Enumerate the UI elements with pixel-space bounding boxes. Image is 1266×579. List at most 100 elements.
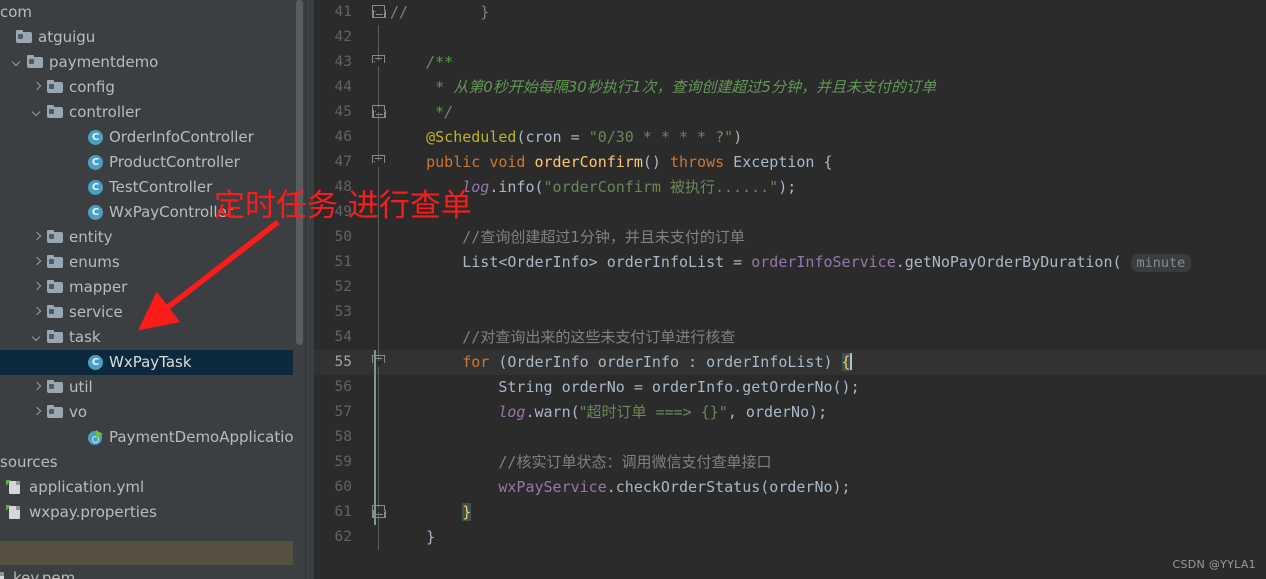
line-number[interactable]: 55	[314, 350, 360, 375]
project-tree[interactable]: com atguigu paymentdemo config controller C Or…	[0, 0, 305, 525]
fold-gutter[interactable]	[368, 150, 390, 175]
editor-line[interactable]: 49	[314, 200, 1266, 225]
tree-item-task[interactable]: task	[0, 325, 305, 350]
line-number[interactable]: 49	[314, 200, 360, 225]
chevron-down-icon[interactable]	[31, 106, 44, 119]
fold-gutter[interactable]	[368, 525, 390, 550]
line-number[interactable]: 54	[314, 325, 360, 350]
fold-gutter[interactable]	[368, 250, 390, 275]
editor-line[interactable]: 43 /**	[314, 50, 1266, 75]
tree-item-com[interactable]: com	[0, 0, 305, 25]
editor-line[interactable]: 54 //对查询出来的这些未支付订单进行核查	[314, 325, 1266, 350]
editor-line[interactable]: 50 //查询创建超过1分钟，并且未支付的订单	[314, 225, 1266, 250]
line-number[interactable]: 59	[314, 450, 360, 475]
fold-gutter[interactable]	[368, 350, 390, 375]
fold-gutter[interactable]	[368, 375, 390, 400]
code-text[interactable]: log.info("orderConfirm 被执行......");	[390, 175, 796, 200]
code-text[interactable]: public void orderConfirm() throws Except…	[390, 150, 832, 175]
line-number[interactable]: 48	[314, 175, 360, 200]
fold-gutter[interactable]	[368, 425, 390, 450]
tree-item-sources[interactable]: sources	[0, 450, 305, 475]
editor-line[interactable]: 58	[314, 425, 1266, 450]
fold-gutter[interactable]	[368, 400, 390, 425]
fold-gutter[interactable]	[368, 200, 390, 225]
fold-gutter[interactable]	[368, 0, 390, 25]
tree-item-entity[interactable]: entity	[0, 225, 305, 250]
chevron-down-icon[interactable]	[31, 331, 44, 344]
editor-line[interactable]: 61 }	[314, 500, 1266, 525]
fold-gutter[interactable]	[368, 325, 390, 350]
editor-line[interactable]: 45 */	[314, 100, 1266, 125]
editor-line[interactable]: 59 //核实订单状态：调用微信支付查单接口	[314, 450, 1266, 475]
tree-item-testcontroller[interactable]: C TestController	[0, 175, 305, 200]
tree-item-config[interactable]: config	[0, 75, 305, 100]
line-number[interactable]: 47	[314, 150, 360, 175]
fold-gutter[interactable]	[368, 225, 390, 250]
code-text[interactable]: }	[390, 525, 435, 550]
code-text[interactable]: }	[390, 500, 472, 525]
editor-line[interactable]: 53	[314, 300, 1266, 325]
fold-gutter[interactable]	[368, 500, 390, 525]
line-number[interactable]: 61	[314, 500, 360, 525]
tree-item-enums[interactable]: enums	[0, 250, 305, 275]
fold-end-icon[interactable]	[372, 5, 386, 18]
tree-item-service[interactable]: service	[0, 300, 305, 325]
fold-gutter[interactable]	[368, 175, 390, 200]
line-number[interactable]: 60	[314, 475, 360, 500]
tree-item-wxpaytask[interactable]: C WxPayTask	[0, 350, 305, 375]
code-editor[interactable]: 41// } 42 43 /** 44 * 从第0秒开始每隔30秒执行1次，查询创建超…	[314, 0, 1266, 579]
editor-line[interactable]: 44 * 从第0秒开始每隔30秒执行1次，查询创建超过5分钟，并且未支付的订单	[314, 75, 1266, 100]
line-number[interactable]: 43	[314, 50, 360, 75]
fold-collapse-icon[interactable]	[372, 55, 385, 68]
line-number[interactable]: 45	[314, 100, 360, 125]
tree-item-util[interactable]: util	[0, 375, 305, 400]
code-text[interactable]: log.warn("超时订单 ===> {}", orderNo);	[390, 400, 827, 425]
tree-item-application-yml[interactable]: application.yml	[0, 475, 305, 500]
sidebar-scrollbar-track[interactable]	[293, 0, 305, 579]
line-number[interactable]: 44	[314, 75, 360, 100]
tree-item-orderinfocontroller[interactable]: C OrderInfoController	[0, 125, 305, 150]
line-number[interactable]: 57	[314, 400, 360, 425]
editor-line[interactable]: 60 wxPayService.checkOrderStatus(orderNo…	[314, 475, 1266, 500]
code-text[interactable]: String orderNo = orderInfo.getOrderNo();	[390, 375, 859, 400]
code-text[interactable]: // }	[390, 0, 489, 25]
line-number[interactable]: 53	[314, 300, 360, 325]
fold-gutter[interactable]	[368, 125, 390, 150]
editor-line[interactable]: 47 public void orderConfirm() throws Exc…	[314, 150, 1266, 175]
code-text[interactable]: * 从第0秒开始每隔30秒执行1次，查询创建超过5分钟，并且未支付的订单	[390, 75, 936, 100]
editor-line[interactable]: 56 String orderNo = orderInfo.getOrderNo…	[314, 375, 1266, 400]
line-number[interactable]: 62	[314, 525, 360, 550]
code-text[interactable]: List<OrderInfo> orderInfoList = orderInf…	[390, 250, 1192, 276]
chevron-down-icon[interactable]	[11, 56, 24, 69]
panel-divider[interactable]	[305, 0, 314, 579]
line-number[interactable]: 41	[314, 0, 360, 25]
tree-item-productcontroller[interactable]: C ProductController	[0, 150, 305, 175]
fold-gutter[interactable]	[368, 450, 390, 475]
editor-line[interactable]: 46 @Scheduled(cron = "0/30 * * * * ?")	[314, 125, 1266, 150]
fold-gutter[interactable]	[368, 75, 390, 100]
editor-line[interactable]: 55 for (OrderInfo orderInfo : orderInfoL…	[314, 350, 1266, 375]
editor-line[interactable]: 48 log.info("orderConfirm 被执行......");	[314, 175, 1266, 200]
tree-item-wxpaycontroller[interactable]: C WxPayController	[0, 200, 305, 225]
fold-gutter[interactable]	[368, 25, 390, 50]
editor-line[interactable]: 52	[314, 275, 1266, 300]
code-text[interactable]: */	[390, 100, 453, 125]
fold-gutter[interactable]	[368, 475, 390, 500]
chevron-right-icon[interactable]	[31, 81, 44, 94]
chevron-right-icon[interactable]	[31, 281, 44, 294]
editor-line[interactable]: 51 List<OrderInfo> orderInfoList = order…	[314, 250, 1266, 275]
project-tree-panel[interactable]: com atguigu paymentdemo config controller C Or…	[0, 0, 305, 579]
line-number[interactable]: 56	[314, 375, 360, 400]
chevron-right-icon[interactable]	[31, 381, 44, 394]
tree-item-clipped-bottom[interactable]: key.pem	[0, 566, 305, 579]
sidebar-scrollbar-thumb[interactable]	[296, 0, 303, 345]
code-text[interactable]: for (OrderInfo orderInfo : orderInfoList…	[390, 350, 852, 375]
tree-item-paymentdemo[interactable]: paymentdemo	[0, 50, 305, 75]
tree-item-atguigu[interactable]: atguigu	[0, 25, 305, 50]
line-number[interactable]: 52	[314, 275, 360, 300]
tree-item-paymentdemoapplication[interactable]: PaymentDemoApplication	[0, 425, 305, 450]
line-number[interactable]: 58	[314, 425, 360, 450]
editor-line[interactable]: 57 log.warn("超时订单 ===> {}", orderNo);	[314, 400, 1266, 425]
fold-collapse-icon[interactable]	[372, 155, 385, 168]
fold-gutter[interactable]	[368, 50, 390, 75]
